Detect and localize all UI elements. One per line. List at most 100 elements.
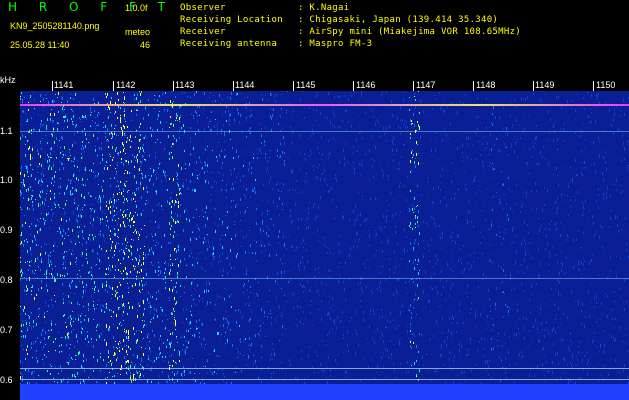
noise-pixel (343, 281, 344, 283)
noise-pixel (609, 334, 610, 335)
noise-pixel (499, 116, 500, 119)
noise-pixel (227, 211, 228, 213)
noise-pixel (547, 242, 548, 245)
noise-pixel (380, 227, 381, 229)
noise-pixel (204, 92, 205, 95)
noise-pixel (23, 348, 24, 351)
noise-pixel (74, 346, 75, 348)
noise-pixel (120, 127, 121, 128)
noise-pixel (570, 332, 571, 335)
noise-pixel (38, 266, 39, 268)
noise-pixel (154, 99, 155, 100)
noise-pixel (231, 173, 232, 176)
noise-pixel (75, 243, 76, 245)
noise-pixel (234, 266, 235, 269)
noise-pixel (45, 252, 46, 254)
noise-pixel (536, 283, 537, 285)
noise-pixel (445, 299, 446, 300)
noise-pixel (303, 311, 304, 313)
noise-pixel (172, 371, 173, 373)
noise-pixel (559, 272, 560, 275)
noise-pixel (400, 211, 401, 213)
noise-pixel (210, 302, 211, 303)
bottom-band (20, 384, 629, 400)
noise-pixel (40, 125, 41, 128)
noise-pixel (25, 369, 26, 371)
noise-pixel (43, 98, 44, 101)
noise-pixel (172, 200, 173, 203)
noise-pixel (301, 350, 302, 352)
noise-pixel (124, 224, 125, 225)
noise-pixel (531, 342, 532, 343)
noise-pixel (562, 200, 563, 201)
noise-pixel (98, 184, 99, 185)
noise-pixel (481, 337, 482, 340)
noise-pixel (601, 302, 602, 305)
noise-pixel (126, 235, 127, 238)
noise-pixel (30, 247, 31, 250)
noise-pixel (438, 311, 439, 312)
noise-pixel (345, 349, 346, 350)
noise-pixel (93, 134, 94, 137)
noise-pixel (575, 364, 576, 366)
noise-pixel (391, 358, 392, 359)
noise-pixel (34, 98, 35, 101)
noise-pixel (64, 251, 65, 253)
noise-pixel (137, 339, 138, 341)
noise-pixel (588, 291, 589, 294)
noise-pixel (325, 265, 326, 266)
noise-pixel (393, 199, 394, 200)
noise-pixel (74, 293, 75, 294)
noise-pixel (180, 337, 181, 338)
noise-pixel (548, 264, 549, 265)
noise-pixel (540, 312, 541, 313)
noise-pixel (167, 352, 168, 353)
noise-pixel (171, 201, 172, 202)
noise-pixel (180, 260, 181, 263)
noise-pixel (511, 146, 512, 147)
noise-pixel (163, 279, 164, 280)
noise-pixel (284, 294, 285, 296)
noise-pixel (405, 126, 406, 129)
noise-pixel (109, 200, 110, 203)
noise-pixel (158, 290, 159, 292)
noise-pixel (47, 289, 48, 292)
noise-pixel (333, 111, 334, 114)
noise-pixel (99, 259, 100, 262)
noise-pixel (227, 227, 228, 229)
noise-pixel (622, 135, 623, 137)
noise-pixel (282, 127, 283, 129)
noise-pixel (169, 365, 170, 366)
noise-pixel (69, 249, 70, 250)
noise-pixel (72, 122, 73, 125)
noise-pixel (187, 187, 188, 189)
noise-pixel (407, 293, 408, 294)
noise-pixel (149, 341, 150, 342)
noise-pixel (407, 361, 408, 364)
noise-pixel (328, 157, 329, 159)
noise-pixel (451, 369, 452, 371)
noise-pixel (81, 121, 82, 122)
noise-pixel (246, 188, 247, 191)
noise-pixel (31, 260, 32, 262)
noise-pixel (240, 93, 241, 94)
noise-pixel (274, 381, 275, 382)
noise-pixel (542, 363, 543, 366)
noise-pixel (383, 266, 384, 267)
noise-pixel (503, 237, 504, 240)
noise-pixel (624, 308, 625, 311)
noise-pixel (334, 319, 335, 321)
noise-pixel (414, 197, 415, 200)
noise-pixel (117, 348, 118, 349)
noise-pixel (88, 303, 89, 306)
noise-pixel (177, 258, 178, 259)
noise-pixel (196, 112, 197, 114)
noise-pixel (499, 231, 500, 233)
noise-pixel (73, 317, 74, 319)
noise-pixel (620, 257, 621, 259)
noise-pixel (540, 99, 541, 102)
noise-pixel (339, 251, 340, 253)
noise-pixel (71, 180, 72, 181)
noise-pixel (411, 120, 412, 122)
noise-pixel (47, 154, 48, 156)
